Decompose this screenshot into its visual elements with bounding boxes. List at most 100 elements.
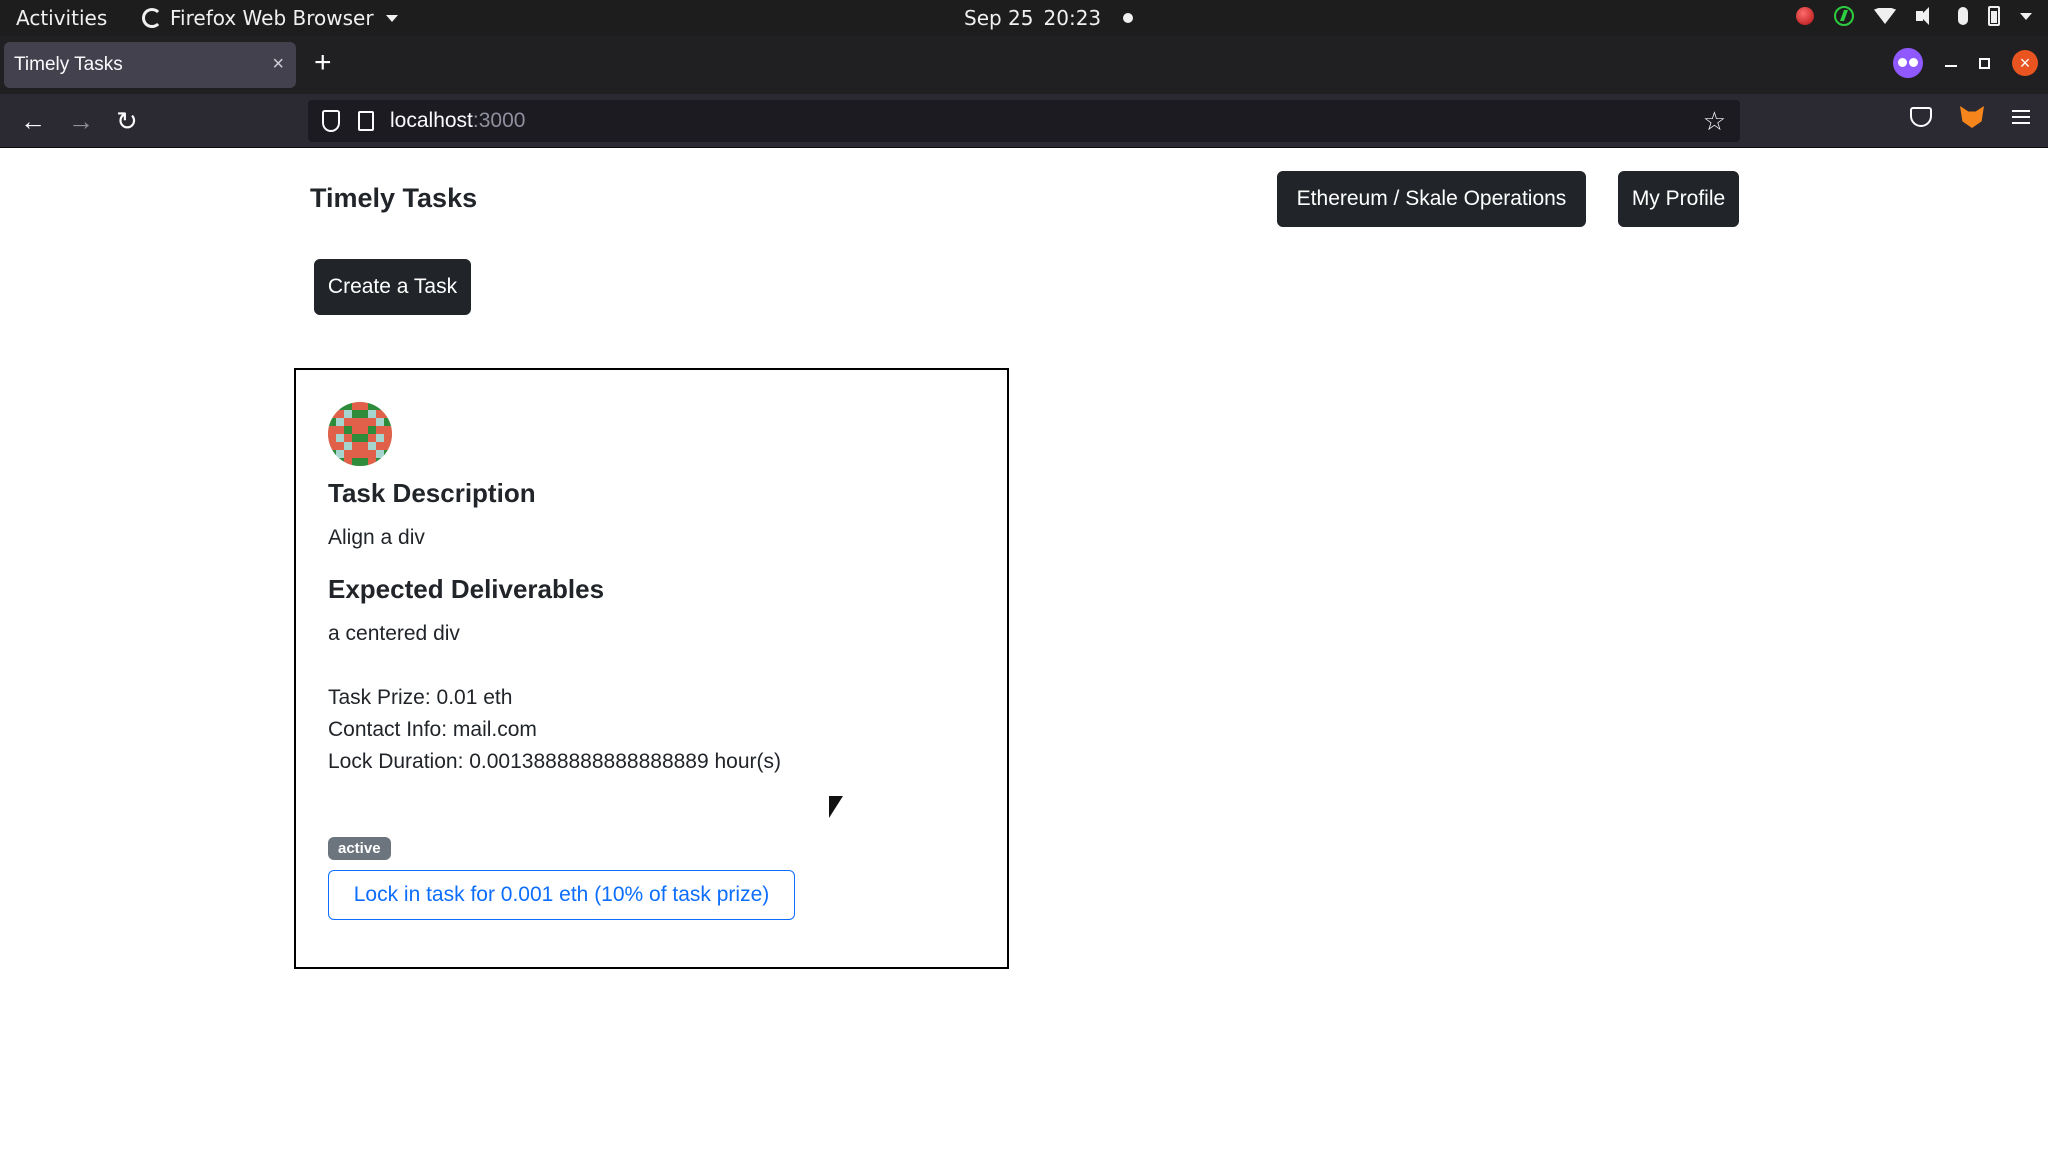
identicon-cell: [360, 426, 368, 434]
identicon-cell: [328, 418, 336, 426]
page-content: Timely Tasks Ethereum / Skale Operations…: [0, 149, 2048, 1152]
identicon-cell: [336, 418, 344, 426]
identicon-cell: [360, 402, 368, 410]
status-badge: active: [328, 837, 391, 860]
identicon-cell: [336, 442, 344, 450]
identicon-cell: [352, 402, 360, 410]
close-tab-icon[interactable]: ×: [272, 52, 284, 76]
maximize-icon[interactable]: [1979, 57, 1990, 69]
url-host: localhost: [390, 109, 473, 132]
create-task-button[interactable]: Create a Task: [314, 259, 471, 315]
identicon-cell: [352, 450, 360, 458]
identicon-cell: [336, 426, 344, 434]
identicon-cell: [360, 442, 368, 450]
identicon-cell: [336, 434, 344, 442]
identicon-cell: [368, 442, 376, 450]
identicon-cell: [368, 458, 376, 466]
identicon-cell: [344, 458, 352, 466]
reload-button[interactable]: ↻: [116, 106, 138, 136]
window-controls: ×: [1893, 48, 2038, 78]
identicon-cell: [384, 418, 392, 426]
identicon-cell: [376, 450, 384, 458]
identicon-cell: [384, 458, 392, 466]
clock[interactable]: Sep 25 20:23: [964, 6, 1134, 30]
app-menu[interactable]: Firefox Web Browser: [142, 6, 398, 30]
identicon-cell: [368, 450, 376, 458]
identicon-cell: [360, 434, 368, 442]
identicon-cell: [352, 442, 360, 450]
brand-title[interactable]: Timely Tasks: [310, 183, 477, 214]
record-indicator-icon[interactable]: [1796, 7, 1814, 25]
microphone-icon: [1958, 7, 1968, 25]
identicon-cell: [344, 434, 352, 442]
back-button[interactable]: ←: [20, 106, 46, 136]
description-text: Align a div: [328, 526, 425, 549]
identicon-cell: [336, 410, 344, 418]
close-window-button[interactable]: ×: [2012, 50, 2038, 76]
my-profile-button[interactable]: My Profile: [1618, 171, 1739, 227]
app-menu-label: Firefox Web Browser: [170, 6, 374, 30]
identicon-cell: [376, 458, 384, 466]
identicon-cell: [328, 402, 336, 410]
identicon-cell: [376, 442, 384, 450]
clock-time: 20:23: [1043, 6, 1102, 30]
identicon-cell: [336, 450, 344, 458]
forward-button[interactable]: →: [68, 106, 94, 136]
identicon-cell: [352, 426, 360, 434]
lock-duration: Lock Duration: 0.0013888888888888889 hou…: [328, 750, 782, 773]
page-info-icon[interactable]: [358, 111, 374, 131]
url-port: :3000: [472, 109, 526, 132]
new-tab-button[interactable]: +: [314, 48, 332, 78]
identicon-cell: [344, 410, 352, 418]
private-mask-icon[interactable]: [1893, 48, 1923, 78]
identicon-cell: [328, 442, 336, 450]
identicon-cell: [384, 434, 392, 442]
activities-button[interactable]: Activities: [16, 6, 107, 30]
identicon-cell: [384, 442, 392, 450]
task-card: Task Description Align a div Expected De…: [294, 368, 1009, 969]
chevron-down-icon: [2020, 12, 2032, 20]
system-top-bar: Activities Firefox Web Browser Sep 25 20…: [0, 0, 2048, 36]
bookmark-star-icon[interactable]: ☆: [1703, 106, 1726, 136]
identicon-cell: [384, 410, 392, 418]
lock-in-task-button[interactable]: Lock in task for 0.001 eth (10% of task …: [328, 870, 795, 920]
identicon-avatar: [328, 402, 392, 466]
identicon-cell: [344, 450, 352, 458]
deliverables-heading: Expected Deliverables: [328, 574, 605, 604]
identicon-cell: [360, 450, 368, 458]
identicon-cell: [384, 426, 392, 434]
identicon-cell: [368, 426, 376, 434]
identicon-cell: [376, 418, 384, 426]
identicon-cell: [384, 402, 392, 410]
ethereum-skale-operations-button[interactable]: Ethereum / Skale Operations: [1277, 171, 1586, 227]
identicon-cell: [368, 410, 376, 418]
power-indicator-icon[interactable]: [1834, 6, 1854, 26]
minimize-icon[interactable]: [1945, 65, 1957, 67]
identicon-cell: [368, 402, 376, 410]
shield-icon[interactable]: [322, 110, 340, 132]
identicon-cell: [328, 410, 336, 418]
system-tray[interactable]: [1796, 6, 2032, 26]
identicon-cell: [352, 458, 360, 466]
identicon-cell: [376, 402, 384, 410]
mouse-cursor-icon: [829, 796, 843, 818]
tab-strip: Timely Tasks × + ×: [0, 36, 2048, 94]
description-heading: Task Description: [328, 478, 536, 508]
identicon-cell: [384, 450, 392, 458]
url-bar[interactable]: localhost:3000 ☆: [308, 100, 1740, 142]
notification-dot-icon: [1123, 13, 1134, 23]
identicon-cell: [352, 410, 360, 418]
pocket-icon[interactable]: [1910, 107, 1932, 127]
navigation-toolbar: ← → ↻ localhost:3000 ☆: [0, 94, 2048, 148]
task-prize: Task Prize: 0.01 eth: [328, 686, 513, 709]
identicon-cell: [352, 418, 360, 426]
identicon-cell: [360, 410, 368, 418]
identicon-cell: [376, 426, 384, 434]
hamburger-menu-icon[interactable]: [2012, 110, 2030, 124]
identicon-cell: [336, 458, 344, 466]
contact-info: Contact Info: mail.com: [328, 718, 537, 741]
tab-timely-tasks[interactable]: Timely Tasks ×: [4, 42, 296, 88]
toolbar-extensions: [1910, 106, 2030, 128]
battery-icon: [1988, 6, 2000, 26]
metamask-fox-icon[interactable]: [1960, 106, 1984, 128]
